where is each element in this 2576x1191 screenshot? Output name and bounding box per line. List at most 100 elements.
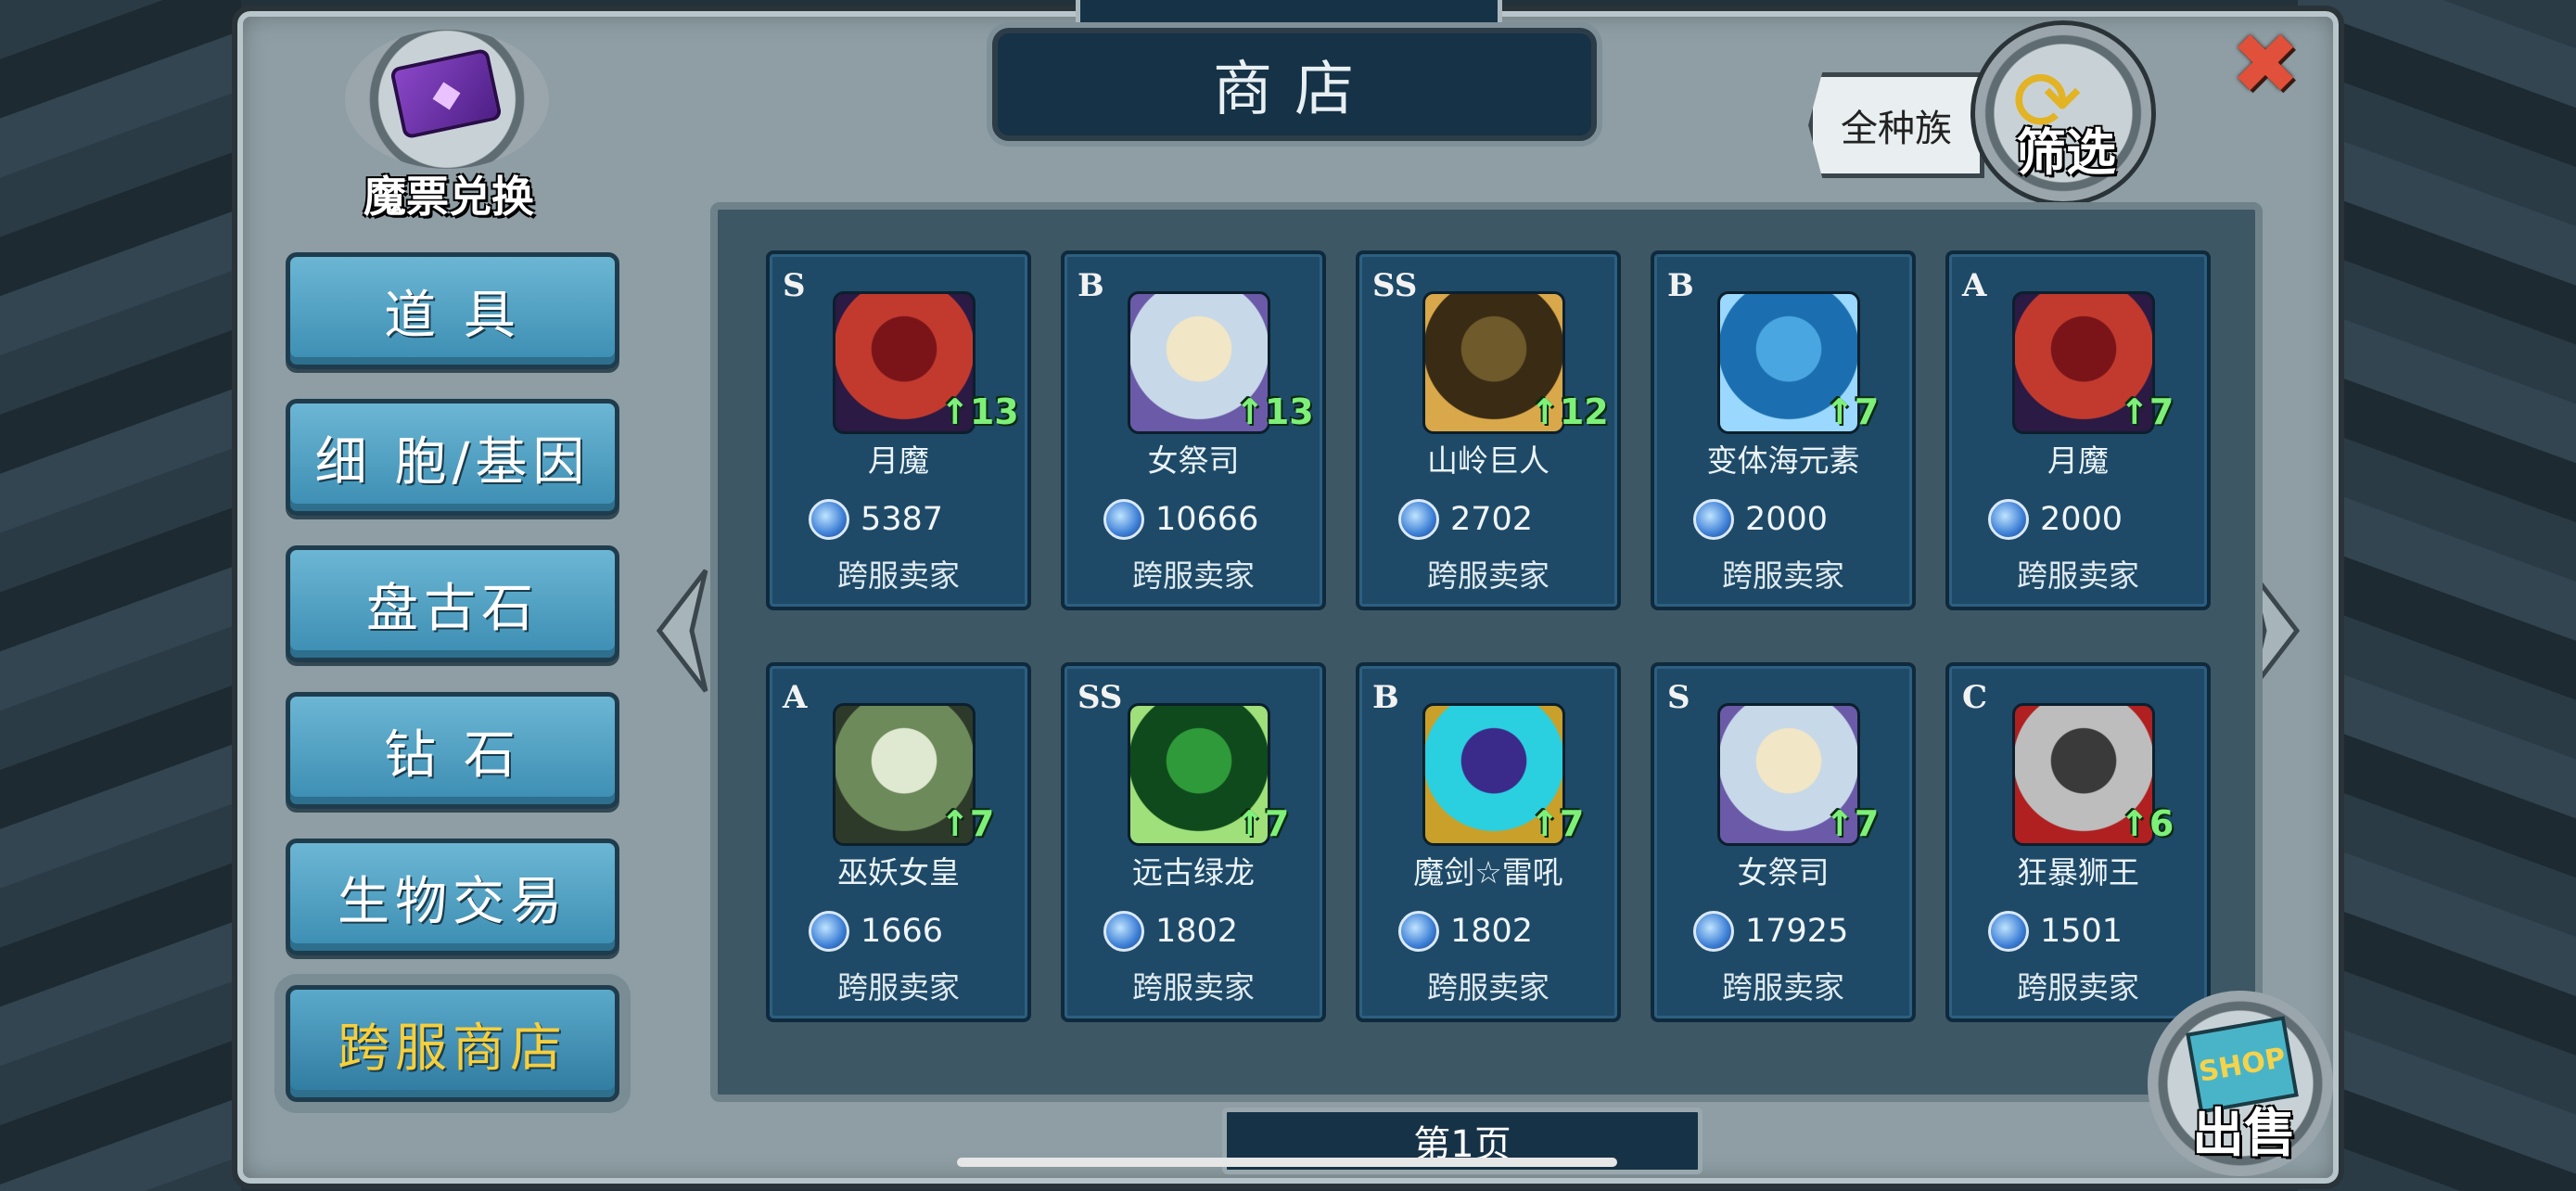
level-up-badge: ↑7 (1825, 803, 1880, 844)
gem-icon (809, 499, 849, 540)
gem-icon (1988, 911, 2029, 952)
seller-label: 跨服卖家 (837, 969, 960, 1005)
cave-wall-left (0, 0, 241, 1191)
ticket-exchange-label[interactable]: 魔票兑换 (363, 163, 534, 224)
item-card[interactable]: B ↑13 女祭司 10666 跨服卖家 (1061, 250, 1326, 610)
page-title: 商店 (1213, 56, 1376, 124)
creature-name: 山岭巨人 (1427, 442, 1549, 479)
price: 5387 (809, 499, 943, 540)
price-value: 1802 (1155, 913, 1239, 950)
price-value: 1666 (861, 913, 944, 950)
item-card[interactable]: S ↑13 月魔 5387 跨服卖家 (766, 250, 1031, 610)
prev-page-arrow[interactable] (655, 566, 710, 696)
category-diamond-button[interactable]: 钻 石 (286, 692, 619, 809)
gem-icon (1103, 911, 1144, 952)
seller-label: 跨服卖家 (1427, 969, 1549, 1005)
category-cross-server-shop-button[interactable]: 跨服商店 (286, 985, 619, 1102)
filter-button[interactable]: ⟳ 筛选 (1970, 20, 2156, 206)
grade-badge: B (1372, 679, 1399, 716)
item-card[interactable]: C ↑6 狂暴狮王 1501 跨服卖家 (1945, 662, 2211, 1022)
race-filter-label[interactable]: 全种族 (1808, 72, 1984, 178)
price-value: 17925 (1745, 913, 1849, 950)
creature-name: 月魔 (868, 442, 929, 479)
creature-name: 女祭司 (1737, 854, 1830, 890)
level-up-badge: ↑7 (1825, 391, 1880, 432)
seller-label: 跨服卖家 (837, 557, 960, 594)
level-up-badge: ↑13 (1235, 391, 1314, 432)
category-items-button[interactable]: 道 具 (286, 252, 619, 369)
category-creature-trade-button[interactable]: 生物交易 (286, 839, 619, 955)
level-up-badge: ↑7 (2120, 391, 2174, 432)
creature-name: 变体海元素 (1706, 442, 1860, 479)
price: 1802 (1103, 911, 1238, 952)
gem-icon (1398, 911, 1439, 952)
price: 1501 (1988, 911, 2123, 952)
ticket-icon: ◆ (389, 47, 503, 140)
level-up-badge: ↑7 (1235, 803, 1290, 844)
gem-icon (1693, 911, 1734, 952)
price-value: 2000 (1745, 501, 1829, 538)
level-up-badge: ↑7 (940, 803, 995, 844)
price: 1666 (809, 911, 943, 952)
price: 17925 (1693, 911, 1848, 952)
price: 2000 (1988, 499, 2123, 540)
item-card[interactable]: SS ↑12 山岭巨人 2702 跨服卖家 (1356, 250, 1621, 610)
item-listing-panel: S ↑13 月魔 5387 跨服卖家 B ↑13 女祭司 10666 跨服卖家 SS ↑12 山岭巨人 2… (710, 202, 2263, 1102)
seller-label: 跨服卖家 (1132, 557, 1255, 594)
grade-badge: A (1962, 267, 1987, 304)
level-up-badge: ↑6 (2120, 803, 2174, 844)
price-value: 2000 (2040, 501, 2123, 538)
home-indicator (957, 1158, 1617, 1167)
price: 2702 (1398, 499, 1533, 540)
price-value: 2702 (1450, 501, 1534, 538)
creature-name: 月魔 (2047, 442, 2109, 479)
grade-badge: S (1667, 679, 1690, 716)
gem-icon (1103, 499, 1144, 540)
close-button[interactable]: ✖ (2224, 16, 2307, 113)
filter-button-label: 筛选 (2016, 123, 2116, 182)
price: 1802 (1398, 911, 1533, 952)
grade-badge: B (1078, 267, 1104, 304)
title-plaque: 商店 (992, 28, 1597, 141)
gem-icon (1398, 499, 1439, 540)
seller-label: 跨服卖家 (1722, 969, 1844, 1005)
gem-icon (1693, 499, 1734, 540)
grade-badge: SS (1372, 267, 1418, 304)
seller-label: 跨服卖家 (1722, 557, 1844, 594)
grade-badge: SS (1078, 679, 1123, 716)
item-card[interactable]: B ↑7 魔剑☆雷吼 1802 跨服卖家 (1356, 662, 1621, 1022)
creature-name: 魔剑☆雷吼 (1413, 854, 1563, 890)
item-card[interactable]: A ↑7 巫妖女皇 1666 跨服卖家 (766, 662, 1031, 1022)
creature-name: 远古绿龙 (1132, 854, 1255, 890)
sell-button[interactable]: SHOP 出售 (2148, 991, 2333, 1176)
grade-badge: C (1962, 679, 1988, 716)
price-value: 10666 (1155, 501, 1259, 538)
grade-badge: S (783, 267, 806, 304)
price-value: 1802 (1450, 913, 1534, 950)
seller-label: 跨服卖家 (2017, 557, 2139, 594)
creature-name: 狂暴狮王 (2017, 854, 2139, 890)
level-up-badge: ↑7 (1530, 803, 1585, 844)
price-value: 5387 (861, 501, 944, 538)
item-grid: S ↑13 月魔 5387 跨服卖家 B ↑13 女祭司 10666 跨服卖家 SS ↑12 山岭巨人 2… (766, 250, 2211, 1022)
category-pangu-stone-button[interactable]: 盘古石 (286, 545, 619, 662)
item-card[interactable]: B ↑7 变体海元素 2000 跨服卖家 (1651, 250, 1916, 610)
category-cells-genes-button[interactable]: 细 胞/基因 (286, 399, 619, 516)
price-value: 1501 (2040, 913, 2123, 950)
level-up-badge: ↑12 (1530, 391, 1609, 432)
ticket-exchange-button[interactable]: ◆ (345, 30, 549, 169)
price: 2000 (1693, 499, 1828, 540)
creature-name: 巫妖女皇 (837, 854, 960, 890)
item-card[interactable]: S ↑7 女祭司 17925 跨服卖家 (1651, 662, 1916, 1022)
seller-label: 跨服卖家 (1427, 557, 1549, 594)
item-card[interactable]: A ↑7 月魔 2000 跨服卖家 (1945, 250, 2211, 610)
grade-badge: B (1667, 267, 1694, 304)
seller-label: 跨服卖家 (1132, 969, 1255, 1005)
item-card[interactable]: SS ↑7 远古绿龙 1802 跨服卖家 (1061, 662, 1326, 1022)
gem-icon (1988, 499, 2029, 540)
category-menu: 道 具 细 胞/基因 盘古石 钻 石 生物交易 跨服商店 (286, 252, 625, 1132)
sell-button-label: 出售 (2192, 1104, 2296, 1164)
seller-label: 跨服卖家 (2017, 969, 2139, 1005)
creature-name: 女祭司 (1147, 442, 1240, 479)
gem-icon (809, 911, 849, 952)
